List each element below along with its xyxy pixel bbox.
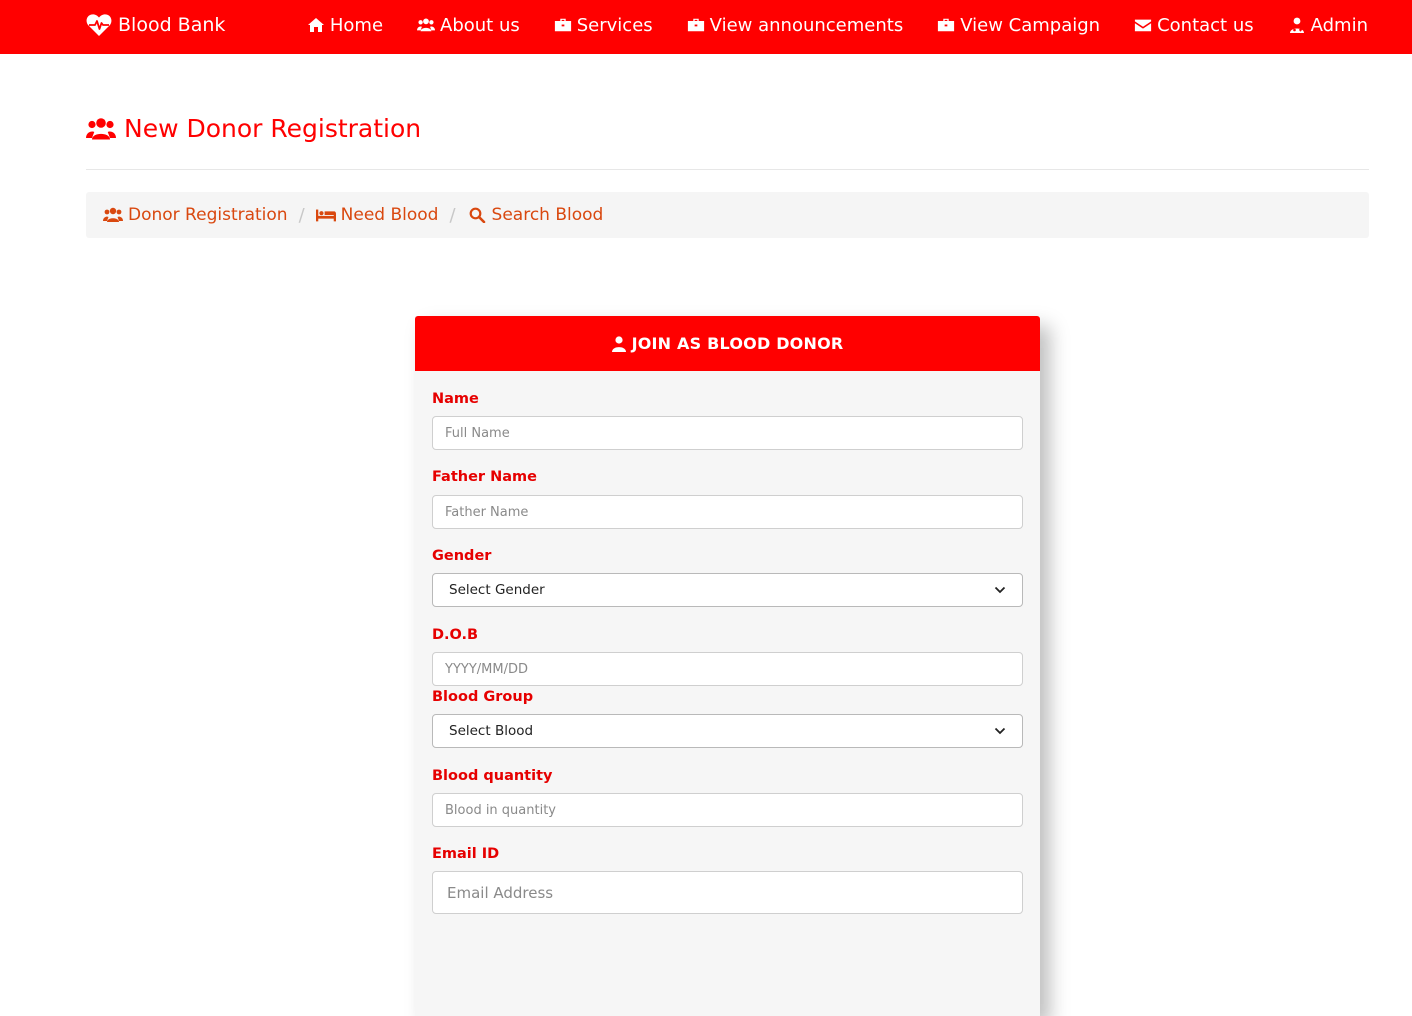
users-icon — [417, 18, 436, 32]
nav-services-label: Services — [576, 14, 653, 36]
brand-link[interactable]: Blood Bank — [86, 0, 225, 50]
email-input[interactable] — [432, 871, 1023, 914]
chevron-down-icon — [994, 586, 1006, 594]
briefcase-icon — [938, 18, 955, 32]
nav-contact[interactable]: Contact us — [1134, 15, 1254, 36]
breadcrumb: Donor Registration / Need Blood / Search… — [86, 192, 1369, 238]
form-heading-text: JOIN AS BLOOD DONOR — [631, 334, 844, 353]
nav-about-label: About us — [440, 14, 520, 36]
nav-home-label: Home — [329, 14, 384, 36]
title-divider — [86, 169, 1369, 170]
blood-group-label: Blood Group — [432, 689, 534, 705]
nav-services[interactable]: Services — [554, 15, 653, 36]
nav-campaign-label: View Campaign — [960, 14, 1101, 36]
chevron-down-icon — [994, 727, 1006, 735]
father-name-input[interactable] — [432, 495, 1023, 529]
nav-home[interactable]: Home — [307, 15, 383, 36]
nav-campaign[interactable]: View Campaign — [937, 15, 1100, 36]
nav-about[interactable]: About us — [417, 15, 520, 36]
users-icon — [86, 117, 116, 139]
blood-quantity-input[interactable] — [432, 793, 1023, 827]
nav-announcements-label: View announcements — [709, 14, 904, 36]
breadcrumb-need-blood[interactable]: Need Blood — [315, 205, 439, 225]
dob-label: D.O.B — [432, 627, 479, 643]
envelope-icon — [1134, 19, 1152, 32]
home-icon — [307, 18, 324, 32]
nav-announcements[interactable]: View announcements — [687, 14, 904, 36]
breadcrumb-search-blood[interactable]: Search Blood — [467, 205, 604, 225]
nav-admin[interactable]: Admin — [1288, 15, 1368, 36]
name-label: Name — [432, 391, 479, 407]
blood-quantity-label: Blood quantity — [432, 768, 553, 784]
briefcase-icon — [687, 18, 704, 32]
main-nav: Home About us Services View announcement… — [273, 0, 1368, 50]
gender-label: Gender — [432, 548, 492, 564]
heartbeat-icon — [86, 14, 112, 36]
search-icon — [469, 207, 485, 223]
page-title: New Donor Registration — [86, 114, 421, 143]
user-md-icon — [1289, 17, 1304, 33]
page-title-text: New Donor Registration — [124, 114, 422, 143]
nav-admin-label: Admin — [1310, 14, 1368, 36]
breadcrumb-label: Search Blood — [491, 205, 604, 225]
email-label: Email ID — [432, 846, 500, 862]
gender-select[interactable]: Select Gender — [432, 573, 1023, 607]
top-navbar: Blood Bank Home About us Services View a… — [0, 0, 1412, 54]
breadcrumb-label: Need Blood — [340, 205, 439, 225]
gender-select-value: Select Gender — [449, 582, 545, 598]
breadcrumb-donor-registration[interactable]: Donor Registration — [103, 205, 288, 225]
blood-group-select-value: Select Blood — [449, 723, 534, 739]
user-icon — [611, 335, 626, 352]
donor-form-card: JOIN AS BLOOD DONOR Name Father Name Gen… — [415, 316, 1040, 1016]
bed-icon — [315, 209, 336, 222]
form-heading: JOIN AS BLOOD DONOR — [415, 316, 1040, 371]
brand-name: Blood Bank — [118, 14, 226, 36]
breadcrumb-separator: / — [298, 204, 305, 226]
nav-contact-label: Contact us — [1157, 14, 1254, 36]
father-name-label: Father Name — [432, 469, 537, 485]
name-input[interactable] — [432, 416, 1023, 450]
breadcrumb-separator: / — [449, 204, 456, 226]
breadcrumb-label: Donor Registration — [128, 205, 288, 225]
users-icon — [103, 207, 123, 222]
briefcase-icon — [554, 18, 571, 32]
dob-input[interactable] — [432, 652, 1023, 686]
blood-group-select[interactable]: Select Blood — [432, 714, 1023, 748]
